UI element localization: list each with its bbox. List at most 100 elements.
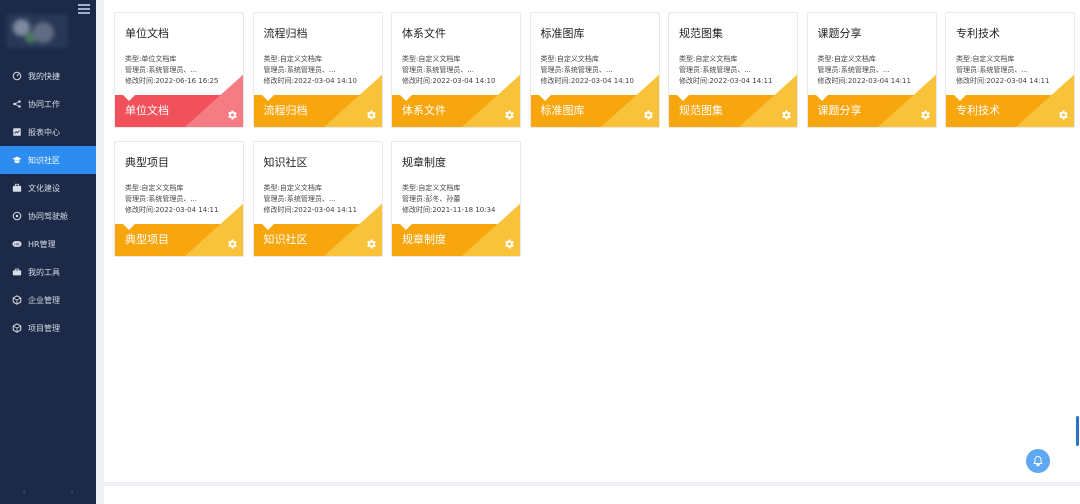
card-title[interactable]: 规章制度 xyxy=(402,154,446,170)
card-footer[interactable]: 专利技术 xyxy=(946,74,1074,127)
sidebar-item-label: 我的工具 xyxy=(28,267,60,277)
card-title[interactable]: 专利技术 xyxy=(956,25,1000,41)
card-title[interactable]: 体系文件 xyxy=(402,25,446,41)
card-footer-banner xyxy=(392,203,520,256)
card-footer-banner xyxy=(530,74,659,127)
sidebar-item[interactable]: 协同工作 xyxy=(0,90,96,118)
sidebar-item[interactable]: 文化建设 xyxy=(0,174,96,202)
svg-text:HR: HR xyxy=(14,243,20,247)
sidebar-item-label: 报表中心 xyxy=(28,127,60,137)
sidebar-item[interactable]: 我的快捷 xyxy=(0,62,96,90)
card-footer-label: 流程归档 xyxy=(263,104,308,117)
sidebar-item[interactable]: 我的工具 xyxy=(0,258,96,286)
library-card[interactable]: 规章制度 类型:自定义文档库 管理员:彭冬、孙蕾 修改时间:2021-11-18 10… xyxy=(391,141,521,257)
card-footer-banner xyxy=(807,74,936,127)
gear-icon[interactable] xyxy=(503,238,515,250)
card-footer-label: 体系文件 xyxy=(402,104,446,117)
sidebar-item-label: 协同工作 xyxy=(28,99,60,109)
card-title[interactable]: 流程归档 xyxy=(264,25,308,41)
card-type: 类型:自定义文档库 xyxy=(125,184,184,192)
card-footer-banner xyxy=(392,74,520,127)
dashboard-icon xyxy=(12,71,22,81)
gear-icon[interactable] xyxy=(780,109,792,121)
sidebar: 我的快捷协同工作报表中心知识社区文化建设协同驾驶舱 HR HR管理我的工具企业管理项… xyxy=(0,0,96,504)
card-footer[interactable]: 规范图集 xyxy=(669,74,797,127)
card-title[interactable]: 规范图集 xyxy=(679,25,723,41)
card-footer[interactable]: 单位文档 xyxy=(115,74,243,127)
menu-collapse-icon[interactable] xyxy=(78,4,90,16)
card-footer[interactable]: 典型项目 xyxy=(115,203,243,256)
library-card[interactable]: 规范图集 类型:自定义文档库 管理员:系统管理员、... 修改时间:2022-03-0… xyxy=(668,12,798,128)
scrollbar-thumb[interactable] xyxy=(1076,416,1079,446)
share-icon xyxy=(12,99,22,109)
graduation-cap-icon xyxy=(12,155,22,165)
cube-icon xyxy=(12,295,22,305)
gear-icon[interactable] xyxy=(919,109,931,121)
library-card[interactable]: 课题分享 类型:自定义文档库 管理员:系统管理员、... 修改时间:2022-03-0… xyxy=(806,12,937,128)
card-footer-label: 标准图库 xyxy=(540,104,585,117)
gear-icon[interactable] xyxy=(1057,109,1069,121)
card-title[interactable]: 课题分享 xyxy=(818,25,862,41)
sidebar-item-label: 我的快捷 xyxy=(28,71,60,81)
card-footer-banner xyxy=(253,74,382,127)
sidebar-item-label: 文化建设 xyxy=(28,183,60,193)
card-footer-banner xyxy=(669,74,797,127)
card-type: 类型:单位文档库 xyxy=(125,55,177,63)
globe-icon xyxy=(12,211,22,221)
card-footer-banner xyxy=(253,203,382,256)
avatar[interactable] xyxy=(6,14,68,48)
card-footer[interactable]: 体系文件 xyxy=(392,74,520,127)
library-card[interactable]: 单位文档 类型:单位文档库 管理员:系统管理员、... 修改时间:2022-06-16… xyxy=(114,12,244,128)
card-footer[interactable]: 流程归档 xyxy=(253,74,382,127)
card-footer-label: 单位文档 xyxy=(125,104,169,117)
card-footer-banner xyxy=(115,203,243,256)
card-footer-banner xyxy=(946,74,1074,127)
sidebar-item-label: 企业管理 xyxy=(28,295,60,305)
gear-icon[interactable] xyxy=(226,109,238,121)
notification-button[interactable] xyxy=(1026,449,1050,473)
library-card[interactable]: 专利技术 类型:自定义文档库 管理员:系统管理员、... 修改时间:2022-03-0… xyxy=(945,12,1075,128)
gear-icon[interactable] xyxy=(365,109,377,121)
card-footer-label: 规范图集 xyxy=(679,104,723,117)
sidebar-footer: ‹ › xyxy=(0,488,96,498)
library-card[interactable]: 标准图库 类型:自定义文档库 管理员:系统管理员、... 修改时间:2022-03-0… xyxy=(529,12,660,128)
card-footer[interactable]: 规章制度 xyxy=(392,203,520,256)
card-footer[interactable]: 知识社区 xyxy=(253,203,382,256)
library-card[interactable]: 典型项目 类型:自定义文档库 管理员:系统管理员、... 修改时间:2022-03-0… xyxy=(114,141,244,257)
card-footer-label: 规章制度 xyxy=(402,233,446,246)
card-footer[interactable]: 课题分享 xyxy=(807,74,936,127)
card-footer-label: 专利技术 xyxy=(956,104,1000,117)
sidebar-item[interactable]: 知识社区 xyxy=(0,146,96,174)
gear-icon[interactable] xyxy=(642,109,654,121)
card-footer-label: 课题分享 xyxy=(817,104,862,117)
card-footer-label: 典型项目 xyxy=(125,233,169,246)
card-title[interactable]: 标准图库 xyxy=(541,25,585,41)
card-type: 类型:自定义文档库 xyxy=(956,55,1015,63)
cube-icon xyxy=(12,323,22,333)
sidebar-item[interactable]: 协同驾驶舱 xyxy=(0,202,96,230)
gear-icon[interactable] xyxy=(365,238,377,250)
library-card[interactable]: 体系文件 类型:自定义文档库 管理员:系统管理员、... 修改时间:2022-03-0… xyxy=(391,12,521,128)
card-footer[interactable]: 标准图库 xyxy=(530,74,659,127)
sidebar-item[interactable]: 报表中心 xyxy=(0,118,96,146)
chart-icon xyxy=(12,127,22,137)
toolbox-icon xyxy=(12,267,22,277)
hr-icon: HR xyxy=(12,239,22,249)
card-title[interactable]: 知识社区 xyxy=(264,154,308,170)
library-card[interactable]: 流程归档 类型:自定义文档库 管理员:系统管理员、... 修改时间:2022-03-0… xyxy=(252,12,383,128)
sidebar-item[interactable]: 企业管理 xyxy=(0,286,96,314)
gear-icon[interactable] xyxy=(226,238,238,250)
card-title[interactable]: 典型项目 xyxy=(125,154,169,170)
chevron-left-icon[interactable]: ‹ xyxy=(22,488,26,498)
sidebar-item[interactable]: HR HR管理 xyxy=(0,230,96,258)
chevron-right-icon[interactable]: › xyxy=(70,488,74,498)
card-type: 类型:自定义文档库 xyxy=(402,184,461,192)
sidebar-item[interactable]: 项目管理 xyxy=(0,314,96,342)
card-type: 类型:自定义文档库 xyxy=(263,184,322,192)
briefcase-icon xyxy=(12,183,22,193)
card-title[interactable]: 单位文档 xyxy=(125,25,169,41)
card-type: 类型:自定义文档库 xyxy=(540,55,599,63)
sidebar-item-label: HR管理 xyxy=(28,239,56,249)
library-card[interactable]: 知识社区 类型:自定义文档库 管理员:系统管理员、... 修改时间:2022-03-0… xyxy=(252,141,383,257)
gear-icon[interactable] xyxy=(503,109,515,121)
